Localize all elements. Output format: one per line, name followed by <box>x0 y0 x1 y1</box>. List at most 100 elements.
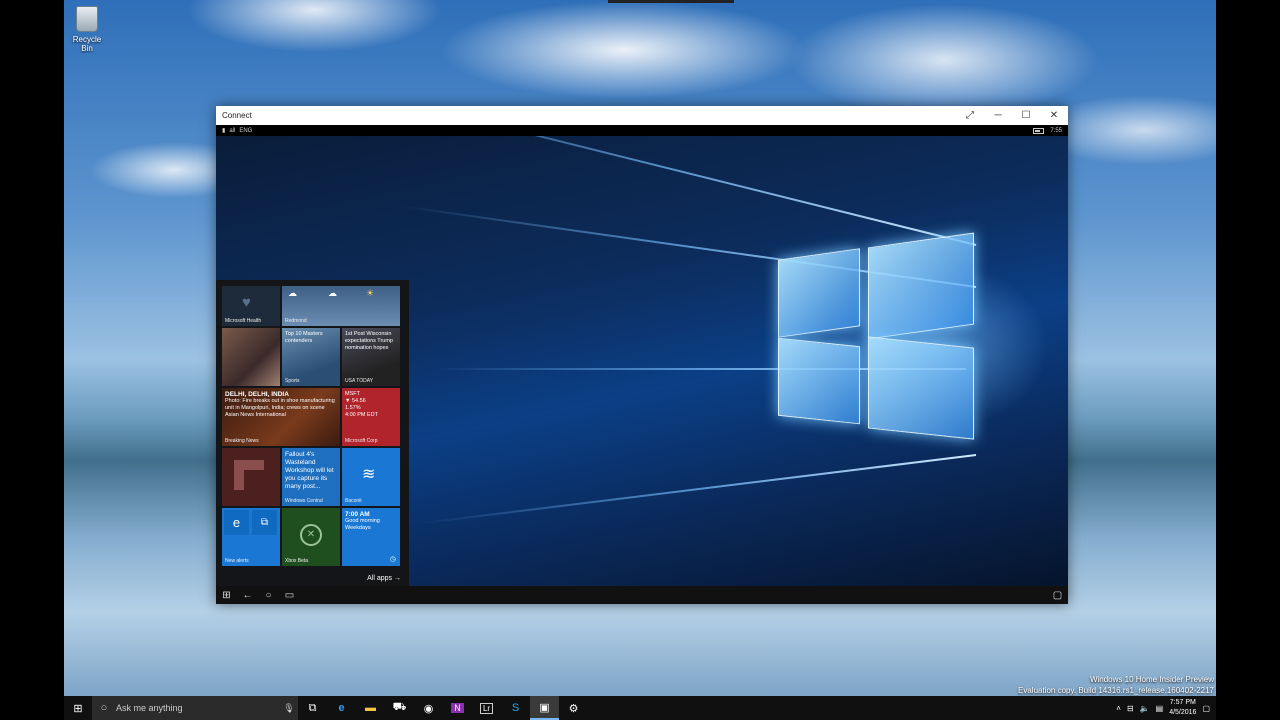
all-apps-label: All apps <box>367 575 393 582</box>
tile-photos[interactable] <box>222 328 280 386</box>
tile-label: USA TODAY <box>345 378 374 384</box>
connect-button[interactable]: ▣ <box>530 696 559 720</box>
tile-label: Xbox Beta <box>285 558 309 564</box>
windows-start-icon[interactable]: ⊞ <box>216 590 237 601</box>
flipboard-icon <box>234 460 264 490</box>
tile-sports[interactable]: Top 10 Masters contenders Sports <box>282 328 340 386</box>
news-headline: 1st Post Wisconsin expectations Trump no… <box>345 331 393 351</box>
watermark: Windows 10 Home Insider Preview Evaluati… <box>1018 674 1214 696</box>
task-view-button[interactable]: ⧉ <box>298 696 327 720</box>
cloud-icon: ☁ <box>288 288 297 298</box>
store-button[interactable]: ⛟ <box>385 696 414 720</box>
windows-logo-pane <box>868 336 974 440</box>
minimize-button[interactable]: ─ <box>984 106 1012 125</box>
xbox-icon: ✕ <box>300 524 322 546</box>
light-beam <box>420 454 977 525</box>
baconit-icon: ≋ <box>362 466 376 483</box>
microphone-icon[interactable]: 🎙 <box>280 703 298 714</box>
tile-alarms[interactable]: 7:00 AM Good morning Weekdays ◷ <box>342 508 400 566</box>
window-title: Connect <box>222 111 252 120</box>
onenote-icon: N <box>451 703 464 713</box>
signal-icon: ▮ <box>222 128 226 134</box>
windows-logo-icon: ⊞ <box>73 702 83 715</box>
lightroom-button[interactable]: Lr <box>472 696 501 720</box>
task-view-icon[interactable]: ▭ <box>279 590 300 601</box>
tile-label: Baconit <box>345 498 362 504</box>
connect-icon[interactable]: ⧉ <box>252 510 277 535</box>
stock-change: ▼ 54.56 <box>345 398 366 404</box>
wc-headline: Fallout 4's Wasteland Workshop will let … <box>285 451 334 490</box>
tile-breaking-news[interactable]: DELHI, DELHI, INDIA Photo: Fire breaks o… <box>222 388 340 446</box>
tile-weather[interactable]: ☁ ☁ ☀ Redmond <box>282 286 400 326</box>
title-bar[interactable]: Connect ⤢ ─ ☐ ✕ <box>216 106 1068 125</box>
taskbar: ⊞ ○ Ask me anything 🎙 ⧉ e ▬ ⛟ ◉ N Lr S ▣… <box>64 696 1216 720</box>
light-beam <box>354 136 977 246</box>
edge-icon: e <box>338 702 345 714</box>
sports-headline: Top 10 Masters contenders <box>285 331 323 344</box>
action-center-icon[interactable]: ▢ <box>1047 590 1068 601</box>
start-button[interactable]: ⊞ <box>64 696 92 720</box>
file-explorer-button[interactable]: ▬ <box>356 696 385 720</box>
groove-button[interactable]: ◉ <box>414 696 443 720</box>
tile-news[interactable]: 1st Post Wisconsin expectations Trump no… <box>342 328 400 386</box>
system-tray: ˄ ⊟ 🔈 ▤ 7:57 PM 4/5/2016 ▢ <box>1116 698 1216 718</box>
tile-label: Microsoft Health <box>225 318 262 324</box>
tile-label: Breaking News <box>225 438 259 444</box>
edge-icon[interactable]: e <box>224 510 249 535</box>
breaking-text: Photo: Fire breaks out in shoe manufactu… <box>225 398 335 418</box>
skype-icon: S <box>511 702 520 714</box>
store-bag-icon: ⛟ <box>392 701 407 713</box>
notification-icon[interactable]: ▤ <box>1156 704 1164 713</box>
tile-windows-central[interactable]: Fallout 4's Wasteland Workshop will let … <box>282 448 340 506</box>
groove-icon: ◉ <box>423 702 434 715</box>
connect-window[interactable]: Connect ⤢ ─ ☐ ✕ ▮ all ENG 7:55 ♥ Microso… <box>216 106 1068 604</box>
clock[interactable]: 7:57 PM 4/5/2016 <box>1169 698 1196 718</box>
onenote-button[interactable]: N <box>443 696 472 720</box>
phone-status-bar: ▮ all ENG 7:55 <box>216 125 1068 136</box>
home-circle-icon[interactable]: ○ <box>258 590 279 601</box>
tile-microsoft-health[interactable]: ♥ Microsoft Health <box>222 286 280 326</box>
arrow-right-icon: → <box>394 575 401 582</box>
tile-label: Windows Central <box>285 498 323 504</box>
tile-xbox[interactable]: ✕ Xbox Beta <box>282 508 340 566</box>
breaking-title: DELHI, DELHI, INDIA <box>225 391 289 398</box>
tile-label: Sports <box>285 378 300 384</box>
chevron-up-icon[interactable]: ˄ <box>1116 704 1121 713</box>
cortana-search[interactable]: ○ Ask me anything 🎙 <box>92 696 298 720</box>
desktop: Recycle Bin Connect ⤢ ─ ☐ ✕ ▮ all ENG 7:… <box>64 0 1216 720</box>
phone-time: 7:55 <box>1050 127 1062 134</box>
network-label: ENG <box>239 127 253 134</box>
start-menu: ♥ Microsoft Health ☁ ☁ ☀ Redmond Top 10 … <box>216 280 409 586</box>
windows-logo-pane <box>868 232 974 340</box>
tile-flipboard[interactable] <box>222 448 280 506</box>
expand-icon[interactable]: ⤢ <box>956 106 984 125</box>
back-icon[interactable]: ← <box>237 590 258 601</box>
windows-logo-pane <box>778 248 860 338</box>
stock-symbol: MSFT <box>345 391 360 397</box>
tile-label: Microsoft Corp <box>345 438 378 444</box>
tile-baconit[interactable]: ≋ Baconit <box>342 448 400 506</box>
all-apps-link[interactable]: All apps → <box>367 575 401 582</box>
lightroom-icon: Lr <box>479 702 494 714</box>
top-bar <box>608 0 734 3</box>
maximize-button[interactable]: ☐ <box>1012 106 1040 125</box>
battery-icon <box>1033 127 1045 134</box>
folder-icon: ▬ <box>365 702 376 714</box>
skype-button[interactable]: S <box>501 696 530 720</box>
phone-nav-bar: ⊞ ← ○ ▭ ▢ <box>216 586 1068 604</box>
edge-button[interactable]: e <box>327 696 356 720</box>
close-button[interactable]: ✕ <box>1040 106 1068 125</box>
recycle-bin[interactable]: Recycle Bin <box>68 6 106 53</box>
alarm-time: 7:00 AM <box>345 511 370 518</box>
cloud-icon: ☁ <box>328 288 337 298</box>
tile-group[interactable]: e ⧉ New alerts <box>222 508 280 566</box>
recycle-bin-label: Recycle Bin <box>72 35 102 53</box>
tile-money[interactable]: MSFT ▼ 54.56 1.57% 4:00 PM EDT Microsoft… <box>342 388 400 446</box>
search-placeholder: Ask me anything <box>116 703 183 713</box>
action-center-icon[interactable]: ▢ <box>1202 704 1210 713</box>
stock-time: 4:00 PM EDT <box>345 412 379 418</box>
network-icon[interactable]: ⊟ <box>1127 704 1134 713</box>
gear-icon: ⚙ <box>568 702 579 715</box>
settings-button[interactable]: ⚙ <box>559 696 588 720</box>
volume-icon[interactable]: 🔈 <box>1140 704 1150 713</box>
